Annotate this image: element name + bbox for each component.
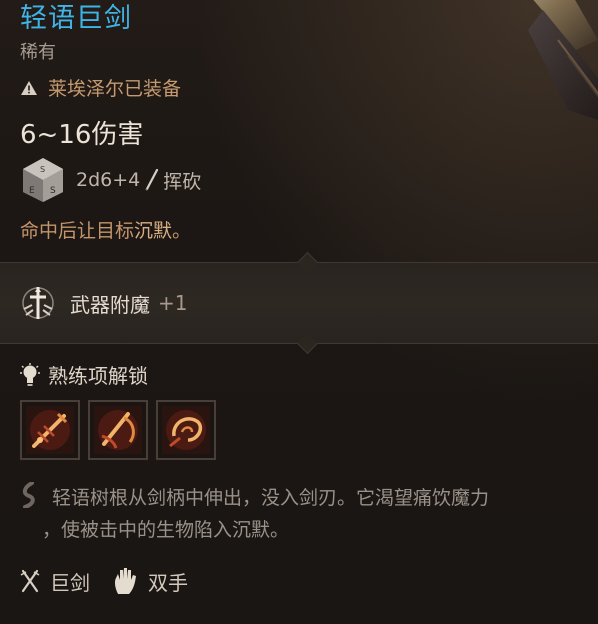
warning-icon <box>21 80 37 95</box>
proficiency-header: 熟练项解锁 <box>20 360 148 389</box>
whirl-slash-icon <box>162 406 210 454</box>
sword-strike-icon <box>26 406 74 454</box>
item-lore: 轻语树根从剑柄中伸出，没入剑刃。它渴望痛饮魔力 ，使被击中的生物陷入沉默。 <box>20 482 590 546</box>
lore-line-2: ，使被击中的生物陷入沉默。 <box>42 519 290 541</box>
equipped-label: 莱埃泽尔已装备 <box>48 78 182 100</box>
lore-line-1: 轻语树根从剑柄中伸出，没入剑刃。它渴望痛饮魔力 <box>52 487 490 509</box>
enchantment-label: 武器附魔 <box>70 292 150 317</box>
band-notch-top <box>296 251 319 274</box>
two-handed-icon <box>114 568 136 594</box>
lore-quill-icon <box>22 482 35 508</box>
svg-text:S: S <box>40 165 45 174</box>
ability-slot[interactable] <box>20 400 80 460</box>
proficiency-label: 熟练项解锁 <box>48 364 148 388</box>
ability-slot[interactable] <box>88 400 148 460</box>
greatsword-art-icon <box>528 0 598 120</box>
weapon-type[interactable]: 巨剑 <box>50 567 90 596</box>
enchantment-icon <box>22 287 54 319</box>
cleave-icon <box>94 406 142 454</box>
effect-suffix: 。 <box>172 220 192 242</box>
greatsword-type-icon <box>20 569 40 593</box>
slashing-icon <box>145 169 159 191</box>
handedness[interactable]: 双手 <box>148 567 188 596</box>
dice-icon: S E S <box>23 158 63 202</box>
item-name: 轻语巨剑 <box>20 3 132 34</box>
ability-slot[interactable] <box>156 400 216 460</box>
lightbulb-icon <box>20 362 40 386</box>
band-notch-bottom <box>296 332 319 355</box>
ability-list <box>20 400 216 460</box>
svg-text:E: E <box>29 186 35 196</box>
effect-keyword[interactable]: 沉默 <box>134 220 172 242</box>
weapon-properties: 巨剑 双手 <box>20 566 188 596</box>
hit-effect: 命中后让目标沉默。 <box>20 216 191 243</box>
equipped-status: 莱埃泽尔已装备 <box>20 74 181 101</box>
effect-prefix: 命中后让目标 <box>20 220 135 242</box>
damage-type: 挥砍 <box>163 170 202 193</box>
damage-range: 6~16伤害 <box>20 120 144 150</box>
enchantment-bonus: +1 <box>158 291 188 315</box>
svg-text:S: S <box>50 186 56 196</box>
item-tooltip: 轻语巨剑 稀有 莱埃泽尔已装备 6~16伤害 S E S 2d6+4 挥砍 命中… <box>0 0 598 624</box>
weapon-enchantment[interactable]: 武器附魔 +1 <box>18 283 187 323</box>
dice-formula: 2d6+4 <box>76 169 141 191</box>
item-rarity: 稀有 <box>20 42 56 63</box>
damage-dice-row: S E S 2d6+4 挥砍 <box>20 156 201 204</box>
enchantment-band: 武器附魔 +1 <box>0 251 598 355</box>
